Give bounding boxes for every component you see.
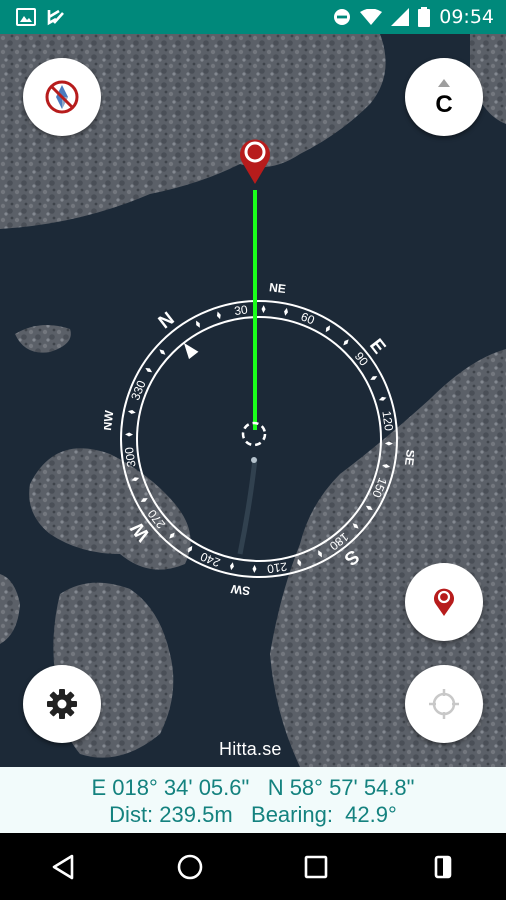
status-bar: 09:54 xyxy=(0,0,506,34)
do-not-disturb-icon xyxy=(334,9,351,25)
back-icon xyxy=(52,854,74,879)
home-button[interactable] xyxy=(160,837,220,897)
download-check-icon xyxy=(47,9,64,26)
longitude-text: E 018° 34' 05.6" xyxy=(91,775,250,800)
center-north-icon: C xyxy=(435,79,453,117)
mark-location-button[interactable] xyxy=(405,563,483,641)
back-button[interactable] xyxy=(33,837,93,897)
cell-signal-icon xyxy=(391,8,410,26)
current-position-marker xyxy=(241,421,267,447)
battery-icon xyxy=(418,7,431,27)
wifi-icon xyxy=(360,9,383,25)
recents-icon xyxy=(304,855,328,878)
recents-button[interactable] xyxy=(286,837,346,897)
latitude-text: N 58° 57' 54.8" xyxy=(267,775,415,800)
satellite-map[interactable]: 30 60 90 120 150 180 210 240 270 300 330 N E S W NE SE S… xyxy=(0,34,506,767)
crosshair-icon xyxy=(429,689,459,719)
target-pin-icon[interactable] xyxy=(236,134,274,186)
image-icon xyxy=(16,8,36,26)
home-icon xyxy=(177,854,203,879)
settings-button[interactable] xyxy=(23,665,101,743)
compass-toggle-button[interactable] xyxy=(23,58,101,136)
gear-icon xyxy=(47,689,77,719)
clock: 09:54 xyxy=(439,6,494,28)
bearing-text: Bearing: 42.9° xyxy=(251,802,397,827)
extra-nav-button[interactable] xyxy=(413,837,473,897)
square-icon xyxy=(434,855,452,878)
distance-text: Dist: 239.5m xyxy=(109,802,233,827)
navigation-bar xyxy=(0,833,506,900)
svg-text:C: C xyxy=(435,91,452,117)
location-pin-icon xyxy=(434,588,454,616)
center-map-button[interactable]: C xyxy=(405,58,483,136)
compass-disabled-icon xyxy=(45,80,79,114)
map-attribution: Hitta.se xyxy=(219,739,282,759)
position-info-panel: E 018° 34' 05.6" N 58° 57' 54.8" Dist: 2… xyxy=(0,767,506,833)
my-location-button[interactable] xyxy=(405,665,483,743)
